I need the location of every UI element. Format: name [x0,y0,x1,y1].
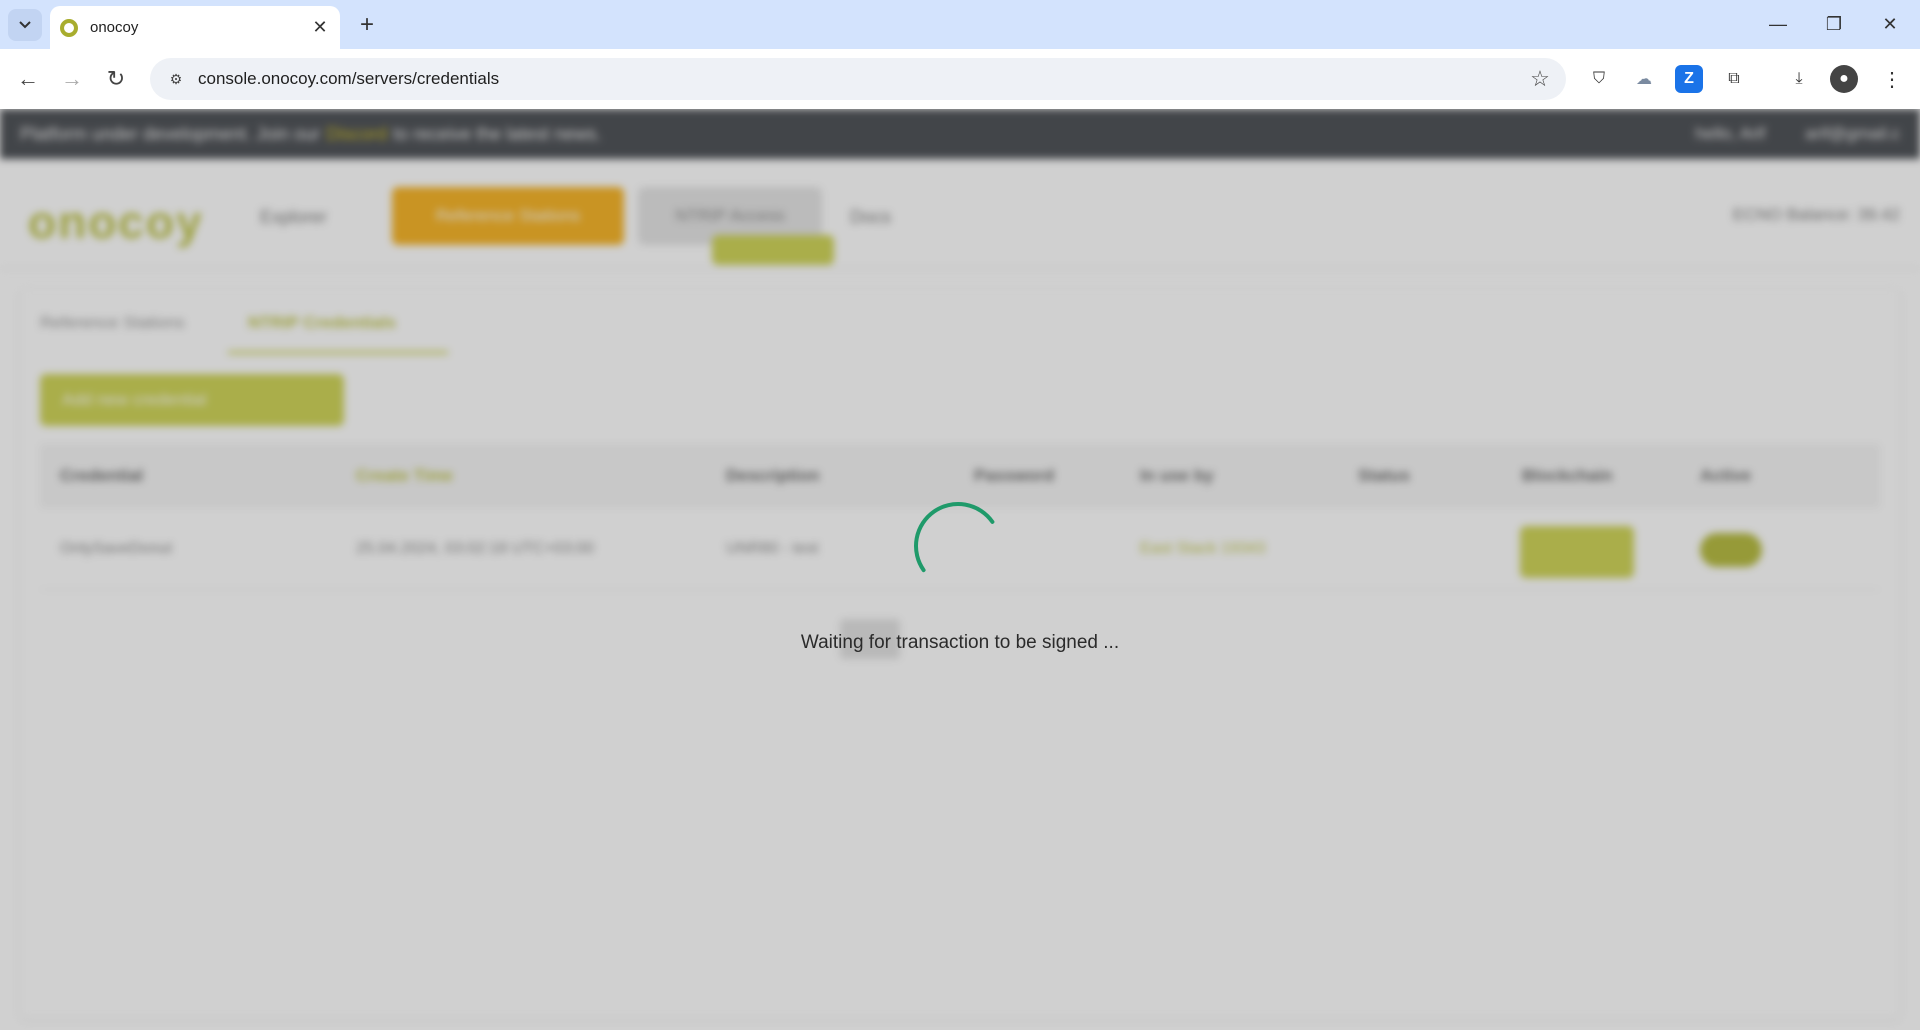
forward-button[interactable]: → [56,63,88,95]
download-icon[interactable]: ⤓ [1785,65,1813,93]
extensions-puzzle-icon[interactable]: ⧉ [1720,65,1748,93]
cloud-extension-icon[interactable]: ☁ [1630,65,1658,93]
loading-spinner-icon [914,502,995,573]
tab-search-button[interactable] [8,9,42,41]
minimize-button[interactable]: — [1758,8,1798,40]
menu-kebab-icon[interactable]: ⋮ [1878,65,1906,93]
new-tab-button[interactable]: + [352,10,382,40]
address-bar[interactable]: ⚙ console.onocoy.com/servers/credentials… [150,58,1566,100]
z-extension-icon[interactable]: Z [1675,65,1703,93]
reload-button[interactable]: ↻ [100,63,132,95]
loading-message: Waiting for transaction to be signed ... [800,632,1120,653]
browser-toolbar: ← → ↻ ⚙ console.onocoy.com/servers/crede… [0,49,1920,109]
close-window-button[interactable]: ✕ [1870,8,1910,40]
onocoy-favicon-icon [60,18,78,37]
shield-extension-icon[interactable]: ⛉ [1585,65,1613,93]
site-settings-icon[interactable]: ⚙ [166,69,186,89]
profile-avatar[interactable]: ● [1830,65,1858,93]
bookmark-star-icon[interactable]: ☆ [1526,66,1554,92]
back-button[interactable]: ← [12,63,44,95]
tab-title: onocoy [90,19,139,36]
close-icon[interactable]: ✕ [310,17,330,38]
restore-button[interactable]: ❐ [1814,8,1854,40]
browser-tab[interactable]: onocoy ✕ [50,6,340,49]
browser-tab-strip: onocoy ✕ + — ❐ ✕ [0,0,1920,49]
chevron-down-icon [19,21,31,29]
url-text[interactable]: console.onocoy.com/servers/credentials [198,69,1526,89]
